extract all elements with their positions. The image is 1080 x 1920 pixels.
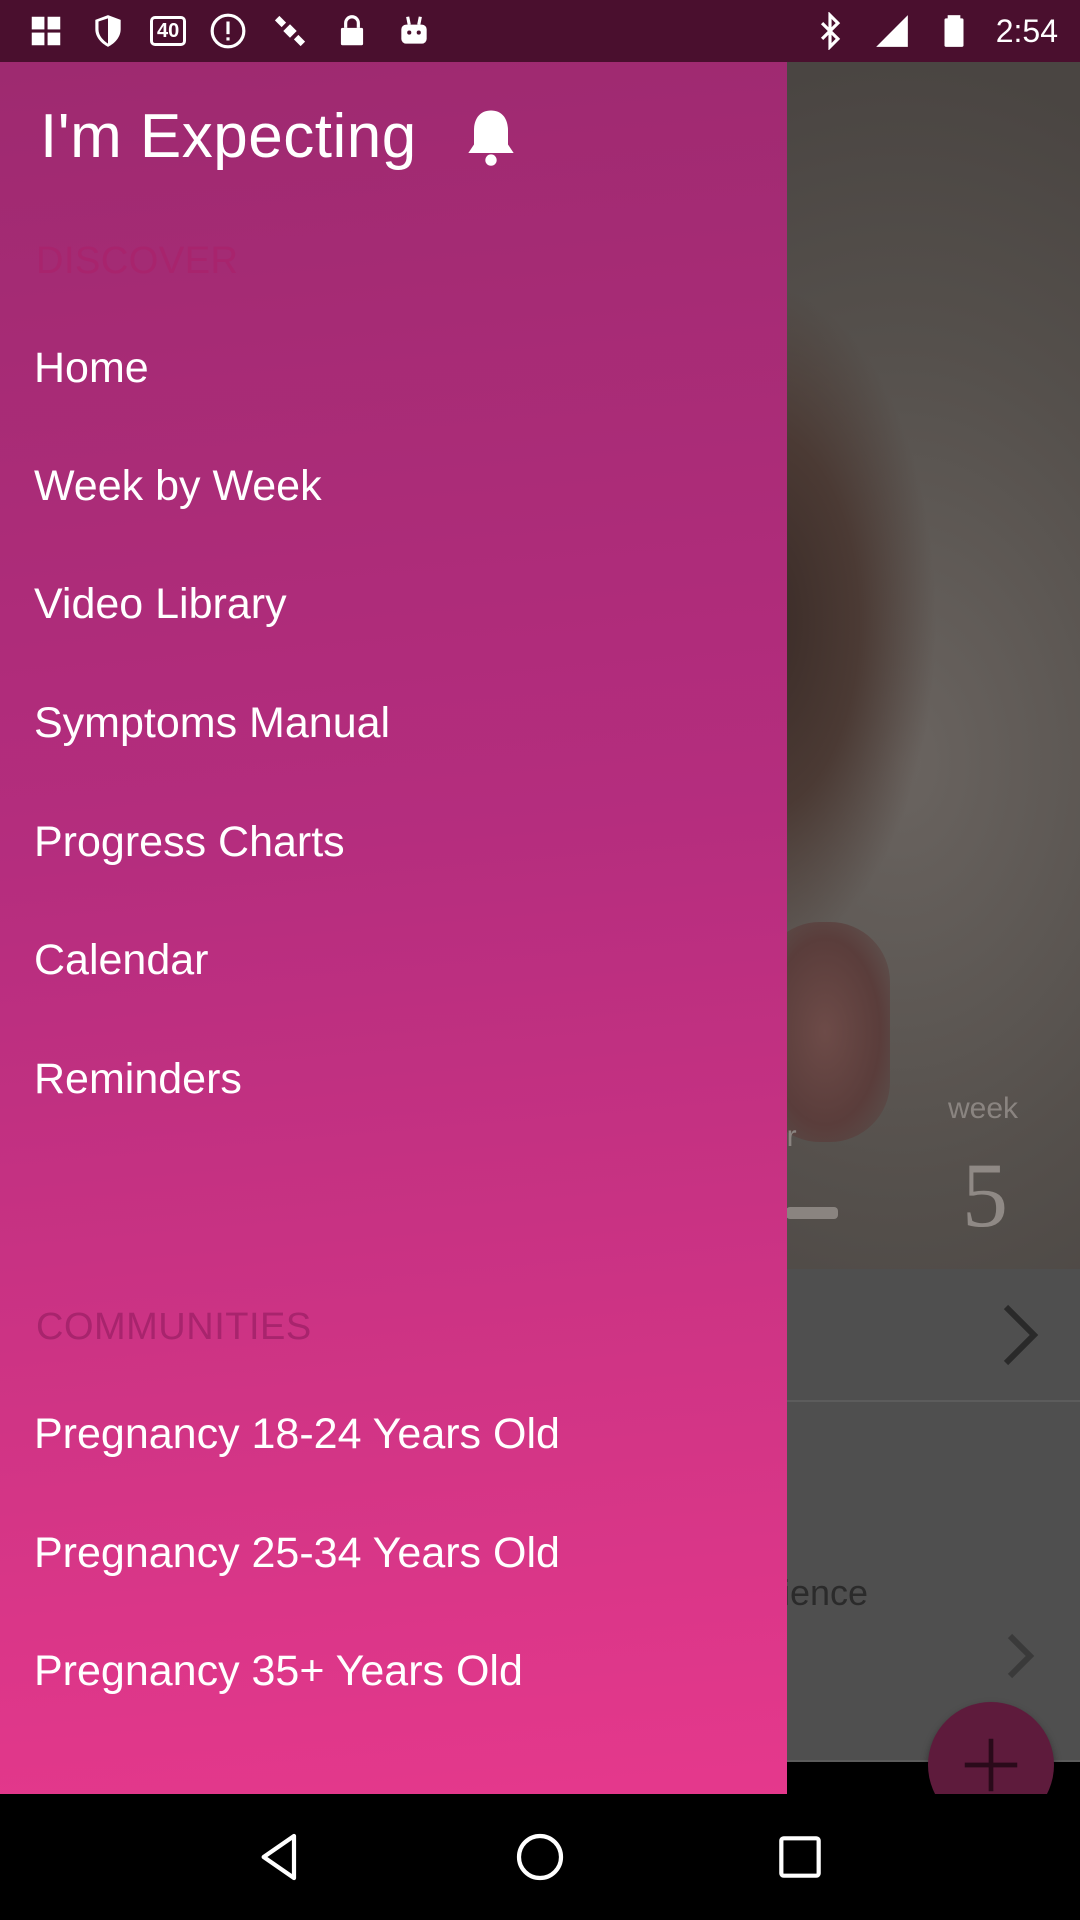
home-circle-icon bbox=[516, 1833, 564, 1881]
shield-icon bbox=[88, 11, 128, 51]
hero-progress-bar bbox=[786, 1207, 838, 1219]
menu-item-video-library[interactable]: Video Library bbox=[34, 559, 754, 649]
plus-icon bbox=[964, 1738, 1018, 1792]
lock-icon bbox=[332, 11, 372, 51]
status-left: 40 bbox=[26, 11, 434, 51]
back-triangle-icon bbox=[261, 1833, 297, 1881]
communities-section-label: COMMUNITIES bbox=[36, 1306, 312, 1348]
week-number: 5 bbox=[962, 1144, 1008, 1246]
menu-item-progress-charts[interactable]: Progress Charts bbox=[34, 797, 754, 887]
chevron-right-icon bbox=[998, 1624, 1042, 1693]
bell-icon[interactable] bbox=[457, 100, 529, 172]
info-icon bbox=[208, 11, 248, 51]
menu-item-pregnancy-18-24[interactable]: Pregnancy 18-24 Years Old bbox=[34, 1389, 754, 1479]
navigation-drawer: I'm Expecting DISCOVER Home Week by Week… bbox=[0, 62, 787, 1794]
menu-item-pregnancy-25-34[interactable]: Pregnancy 25-34 Years Old bbox=[34, 1508, 754, 1598]
system-navigation-bar bbox=[0, 1794, 1080, 1920]
status-bar: 40 2:54 bbox=[0, 0, 1080, 62]
chevron-right-icon bbox=[998, 1303, 1042, 1372]
badge-40-icon: 40 bbox=[150, 16, 187, 46]
satellite-icon bbox=[270, 11, 310, 51]
app-title: I'm Expecting bbox=[40, 101, 417, 171]
menu-item-pregnancy-35-plus[interactable]: Pregnancy 35+ Years Old bbox=[34, 1626, 754, 1716]
home-button[interactable] bbox=[495, 1812, 585, 1902]
discover-section-label: DISCOVER bbox=[36, 240, 239, 282]
recents-square-icon bbox=[779, 1836, 821, 1878]
battery-icon bbox=[934, 11, 974, 51]
menu-item-calendar[interactable]: Calendar bbox=[34, 915, 754, 1005]
clock: 2:54 bbox=[995, 12, 1058, 49]
menu-item-home[interactable]: Home bbox=[34, 323, 754, 413]
grid-icon bbox=[26, 11, 66, 51]
bluetooth-icon bbox=[810, 11, 850, 51]
android-icon bbox=[394, 11, 434, 51]
menu-item-symptoms-manual[interactable]: Symptoms Manual bbox=[34, 678, 754, 768]
drawer-header: I'm Expecting bbox=[40, 100, 529, 172]
week-label: week bbox=[948, 1092, 1019, 1125]
signal-icon bbox=[872, 11, 912, 51]
back-button[interactable] bbox=[235, 1812, 325, 1902]
menu-item-week-by-week[interactable]: Week by Week bbox=[34, 441, 754, 531]
status-right: 2:54 bbox=[810, 11, 1058, 51]
menu-item-reminders[interactable]: Reminders bbox=[34, 1034, 754, 1124]
recents-button[interactable] bbox=[755, 1812, 845, 1902]
